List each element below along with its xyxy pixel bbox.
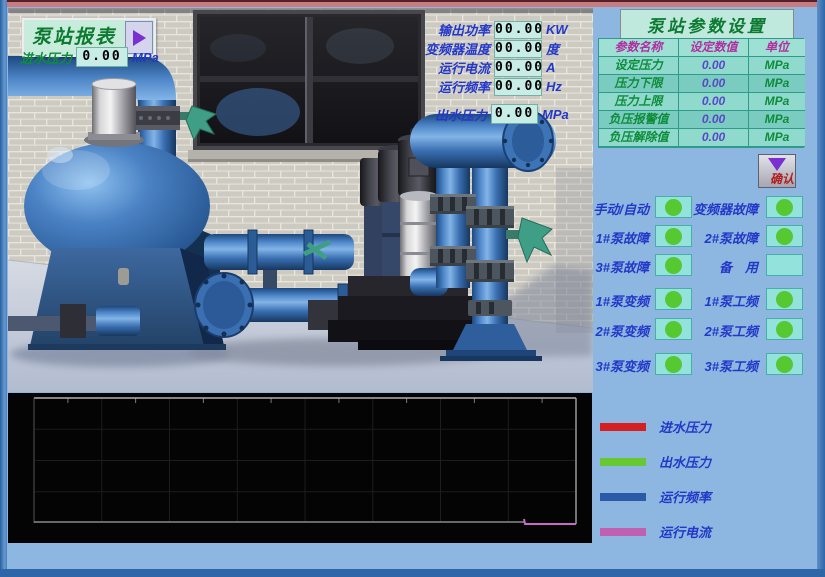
status-label-pump3-mains: 3#泵工频	[684, 356, 758, 375]
legend-label-running-frequency: 运行频率	[659, 487, 711, 506]
confirm-button[interactable]: 确认	[758, 154, 796, 188]
legend-label-outlet-pressure: 出水压力	[659, 452, 711, 471]
indicator-lamp	[776, 291, 793, 308]
col-header-set-value: 设定数值	[679, 39, 749, 57]
legend-swatch-running-current	[600, 528, 646, 536]
param-value[interactable]: 0.00	[679, 93, 749, 111]
window-frame-bottom	[0, 569, 825, 577]
param-name: 负压解除值	[599, 129, 679, 147]
legend-item-frequency: 运行频率	[600, 487, 711, 506]
param-unit: MPa	[749, 93, 805, 111]
status-indicator-pump2-fault	[766, 225, 803, 247]
param-unit: MPa	[749, 129, 805, 147]
trend-chart	[8, 393, 592, 543]
running-frequency-value: 00.00	[494, 78, 542, 96]
status-label-pump3-vfd: 3#泵变频	[576, 356, 649, 375]
window-frame-right	[817, 0, 825, 577]
outlet-pressure-value: 0.00	[491, 104, 538, 124]
param-unit: MPa	[749, 75, 805, 93]
inverter-temperature-field: 变频器温度 00.00 度	[404, 39, 559, 58]
legend-item-current: 运行电流	[600, 522, 711, 541]
indicator-lamp	[665, 321, 682, 338]
outlet-pressure-field: 出水压力 0.00 MPa	[409, 104, 569, 124]
inverter-temperature-value: 00.00	[494, 40, 542, 58]
output-power-field: 输出功率 00.00 KW	[404, 20, 568, 39]
col-header-unit: 单位	[749, 39, 805, 57]
indicator-lamp	[776, 321, 793, 338]
window	[188, 10, 430, 162]
running-current-label: 运行电流	[404, 58, 490, 77]
output-power-label: 输出功率	[404, 20, 490, 39]
status-label-pump1-vfd: 1#泵变频	[576, 291, 649, 310]
status-indicator-pump1-mains	[766, 288, 803, 310]
window-frame-left	[0, 0, 7, 577]
output-power-unit: KW	[546, 22, 568, 37]
param-value[interactable]: 0.00	[679, 111, 749, 129]
running-current-value: 00.00	[494, 59, 542, 77]
settings-panel-title: 泵站参数设置	[620, 9, 794, 39]
legend-item-outlet: 出水压力	[600, 452, 711, 471]
running-frequency-unit: Hz	[546, 79, 562, 94]
settings-table: 参数名称 设定数值 单位 设定压力 0.00 MPa 压力下限 0.00 MPa…	[598, 38, 804, 148]
status-label-pump3-fault: 3#泵故障	[576, 257, 649, 276]
top-accent-line	[0, 0, 825, 7]
legend-label-inlet-pressure: 进水压力	[659, 417, 711, 436]
indicator-lamp	[776, 199, 793, 216]
param-name: 负压报警值	[599, 111, 679, 129]
indicator-lamp	[665, 199, 682, 216]
indicator-lamp	[665, 291, 682, 308]
outlet-pressure-label: 出水压力	[409, 105, 487, 124]
legend-swatch-running-frequency	[600, 493, 646, 501]
legend-swatch-inlet-pressure	[600, 423, 646, 431]
param-unit: MPa	[749, 57, 805, 75]
trend-chart-plot	[8, 393, 592, 543]
status-label-inverter-fault: 变频器故障	[684, 199, 758, 218]
status-indicator-pump3-mains	[766, 353, 803, 375]
status-indicator-spare	[766, 254, 803, 276]
status-indicator-pump2-mains	[766, 318, 803, 340]
pump-station-hmi-screen: 泵站报表 进水压力 0.00 MPa 输出功率 00.00 KW 变频器温度 0…	[0, 0, 825, 577]
legend-swatch-outlet-pressure	[600, 458, 646, 466]
param-value[interactable]: 0.00	[679, 129, 749, 147]
col-header-param-name: 参数名称	[599, 39, 679, 57]
status-label-pump2-mains: 2#泵工频	[684, 321, 758, 340]
output-power-value: 00.00	[494, 21, 542, 39]
inlet-pressure-field: 进水压力 0.00 MPa	[20, 47, 159, 67]
running-frequency-label: 运行频率	[404, 77, 490, 96]
param-name: 压力上限	[599, 93, 679, 111]
status-label-pump1-fault: 1#泵故障	[576, 228, 649, 247]
param-name: 压力下限	[599, 75, 679, 93]
param-name: 设定压力	[599, 57, 679, 75]
inverter-temperature-unit: 度	[546, 39, 559, 58]
running-frequency-field: 运行频率 00.00 Hz	[404, 77, 562, 96]
indicator-lamp	[776, 228, 793, 245]
legend-label-running-current: 运行电流	[659, 522, 711, 541]
confirm-button-label: 确认	[770, 170, 794, 187]
status-label-spare: 备 用	[684, 257, 758, 276]
status-label-pump1-mains: 1#泵工频	[684, 291, 758, 310]
indicator-lamp	[665, 228, 682, 245]
inverter-temperature-label: 变频器温度	[404, 39, 490, 58]
inlet-pressure-label: 进水压力	[20, 48, 72, 67]
param-value[interactable]: 0.00	[679, 75, 749, 93]
status-label-pump2-vfd: 2#泵变频	[576, 321, 649, 340]
running-current-unit: A	[546, 60, 555, 75]
legend-item-inlet: 进水压力	[600, 417, 711, 436]
indicator-lamp	[776, 356, 793, 373]
outlet-pressure-unit: MPa	[542, 107, 569, 122]
param-value[interactable]: 0.00	[679, 57, 749, 75]
inlet-pressure-unit: MPa	[132, 50, 159, 65]
status-label-pump2-fault: 2#泵故障	[684, 228, 758, 247]
pump-station-3d-view: 泵站报表 进水压力 0.00 MPa 输出功率 00.00 KW 变频器温度 0…	[8, 8, 593, 392]
indicator-lamp	[665, 257, 682, 274]
indicator-lamp	[665, 356, 682, 373]
status-indicator-inverter-fault	[766, 196, 803, 218]
running-current-field: 运行电流 00.00 A	[404, 58, 555, 77]
param-unit: MPa	[749, 111, 805, 129]
status-label-manual-auto: 手动/自动	[576, 199, 649, 218]
tank-air-cap	[84, 79, 144, 148]
running-current-trace	[524, 519, 576, 524]
inlet-pressure-value: 0.00	[76, 47, 128, 67]
